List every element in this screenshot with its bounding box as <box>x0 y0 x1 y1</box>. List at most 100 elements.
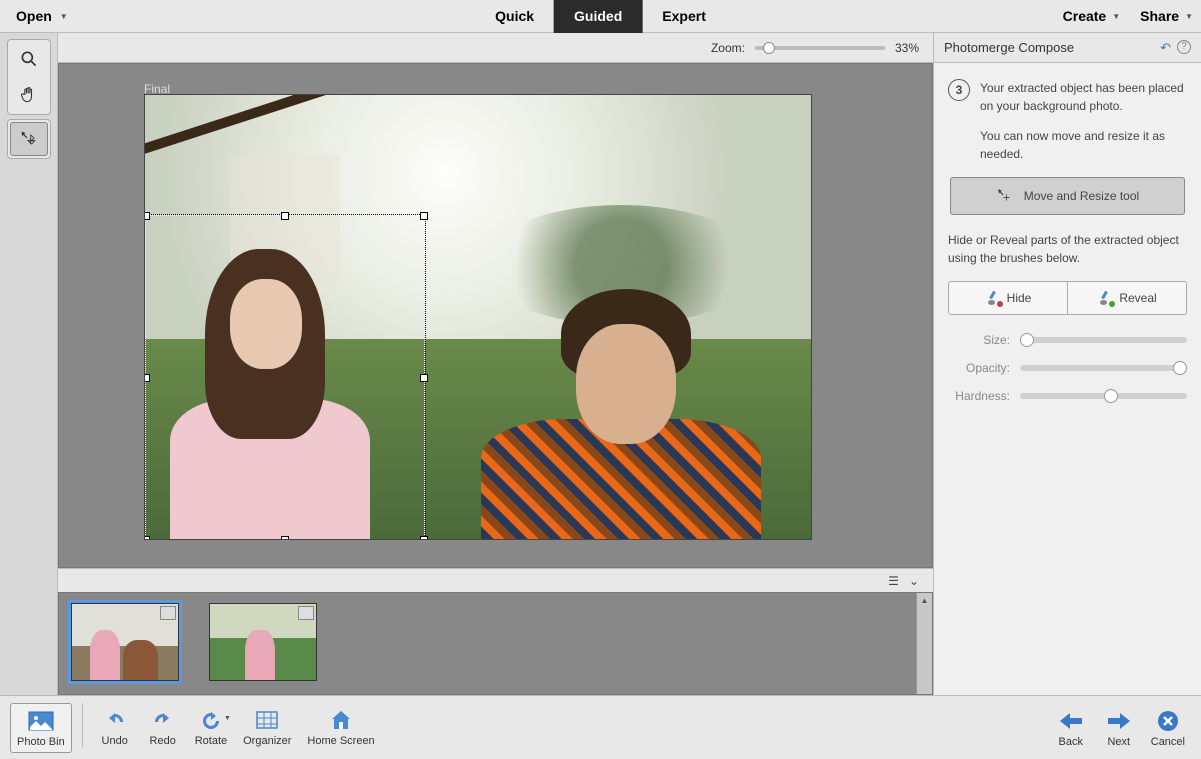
brush-help-text: Hide or Reveal parts of the extracted ob… <box>948 231 1187 267</box>
thumbnail-badge-icon <box>298 606 314 620</box>
panel-header: Photomerge Compose ↶ ? <box>934 33 1201 63</box>
bottom-toolbar: Photo Bin Undo Redo ▼ Rotate Organizer H… <box>0 695 1201 759</box>
hide-brush-button[interactable]: Hide <box>949 282 1068 314</box>
main-area: Zoom: 33% Final <box>0 33 1201 695</box>
top-menu-bar: Open ▼ Quick Guided Expert Create ▼ Shar… <box>0 0 1201 33</box>
share-menu-button[interactable]: Share ▼ <box>1140 8 1193 24</box>
zoom-tool[interactable] <box>10 42 48 76</box>
opacity-slider[interactable] <box>1020 365 1187 371</box>
hand-tool[interactable] <box>10 78 48 112</box>
dropdown-arrow-icon: ▼ <box>1112 12 1120 21</box>
collapse-icon[interactable]: ⌄ <box>909 574 919 588</box>
mode-tabs: Quick Guided Expert <box>475 0 726 33</box>
resize-handle-tr[interactable] <box>420 212 428 220</box>
photo-bin-scrollbar[interactable]: ▲ <box>916 593 932 694</box>
resize-handle-mr[interactable] <box>420 374 428 382</box>
rotate-icon: ▼ <box>197 707 225 733</box>
tab-quick[interactable]: Quick <box>475 0 554 33</box>
tab-guided[interactable]: Guided <box>554 0 642 33</box>
step-sub-text: You can now move and resize it as needed… <box>980 127 1187 163</box>
home-screen-button[interactable]: Home Screen <box>301 703 380 751</box>
thumbnail-1[interactable] <box>71 603 179 681</box>
organizer-label: Organizer <box>243 735 291 747</box>
hardness-slider-thumb[interactable] <box>1104 389 1118 403</box>
move-resize-tool-button[interactable]: Move and Resize tool <box>950 177 1185 215</box>
undo-icon <box>101 707 129 733</box>
next-arrow-icon <box>1105 708 1133 734</box>
canvas-options-strip: ☰ ⌄ <box>58 568 933 592</box>
cancel-label: Cancel <box>1151 736 1185 748</box>
left-toolbar <box>0 33 58 695</box>
create-label: Create <box>1063 8 1107 24</box>
opacity-label: Opacity: <box>948 361 1010 375</box>
size-slider-thumb[interactable] <box>1020 333 1034 347</box>
photo-bin-label: Photo Bin <box>17 736 65 748</box>
scroll-up-icon[interactable]: ▲ <box>917 593 932 607</box>
canvas-viewport[interactable]: Final <box>58 63 933 568</box>
resize-handle-ml[interactable] <box>144 374 150 382</box>
help-icon[interactable]: ? <box>1177 40 1191 54</box>
size-slider[interactable] <box>1020 337 1187 343</box>
resize-handle-tl[interactable] <box>144 212 150 220</box>
move-icon <box>996 187 1014 205</box>
reveal-label: Reveal <box>1119 291 1156 305</box>
next-button[interactable]: Next <box>1097 704 1141 752</box>
hardness-label: Hardness: <box>948 389 1010 403</box>
home-label: Home Screen <box>307 735 374 747</box>
separator <box>82 703 83 747</box>
view-options-icon[interactable]: ☰ <box>888 574 899 588</box>
reveal-brush-button[interactable]: Reveal <box>1068 282 1186 314</box>
composite-image[interactable] <box>144 94 812 540</box>
hardness-slider[interactable] <box>1020 393 1187 399</box>
hand-icon <box>19 85 39 105</box>
selection-bounding-box[interactable] <box>145 215 425 540</box>
organizer-button[interactable]: Organizer <box>237 703 297 751</box>
home-icon <box>327 707 355 733</box>
dropdown-arrow-icon: ▼ <box>60 12 68 21</box>
step-number-badge: 3 <box>948 79 970 101</box>
zoom-slider[interactable] <box>755 46 885 50</box>
photo-bin-icon <box>27 708 55 734</box>
redo-icon <box>149 707 177 733</box>
panel-body: 3 Your extracted object has been placed … <box>934 63 1201 695</box>
zoom-bar: Zoom: 33% <box>58 33 933 63</box>
undo-button[interactable]: Undo <box>93 703 137 751</box>
cancel-icon <box>1154 708 1182 734</box>
move-tool[interactable] <box>10 122 48 156</box>
reset-icon[interactable]: ↶ <box>1160 40 1171 56</box>
undo-label: Undo <box>102 735 128 747</box>
resize-handle-br[interactable] <box>420 536 428 540</box>
zoom-label: Zoom: <box>711 41 745 55</box>
step-instruction-text: Your extracted object has been placed on… <box>980 79 1187 115</box>
back-label: Back <box>1059 736 1083 748</box>
opacity-slider-thumb[interactable] <box>1173 361 1187 375</box>
share-label: Share <box>1140 8 1179 24</box>
resize-handle-tm[interactable] <box>281 212 289 220</box>
move-tool-group <box>7 119 51 159</box>
back-button[interactable]: Back <box>1049 704 1093 752</box>
view-tools-group <box>7 39 51 115</box>
size-label: Size: <box>948 333 1010 347</box>
tab-expert[interactable]: Expert <box>642 0 726 33</box>
organizer-icon <box>253 707 281 733</box>
cancel-button[interactable]: Cancel <box>1145 704 1191 752</box>
guided-panel: Photomerge Compose ↶ ? 3 Your extracted … <box>933 33 1201 695</box>
next-label: Next <box>1107 736 1130 748</box>
open-menu-button[interactable]: Open ▼ <box>8 4 76 28</box>
rotate-button[interactable]: ▼ Rotate <box>189 703 233 751</box>
create-menu-button[interactable]: Create ▼ <box>1063 8 1121 24</box>
thumbnail-2[interactable] <box>209 603 317 681</box>
photo-bin-button[interactable]: Photo Bin <box>10 703 72 753</box>
zoom-slider-handle[interactable] <box>763 42 775 54</box>
boy-subject <box>481 289 761 540</box>
magnifier-icon <box>19 49 39 69</box>
resize-handle-bl[interactable] <box>144 536 150 540</box>
open-label: Open <box>16 8 52 24</box>
zoom-value: 33% <box>895 41 919 55</box>
photo-bin: ▲ <box>58 592 933 695</box>
resize-handle-bm[interactable] <box>281 536 289 540</box>
move-resize-label: Move and Resize tool <box>1024 189 1139 203</box>
brush-icon <box>985 291 1001 305</box>
redo-button[interactable]: Redo <box>141 703 185 751</box>
dropdown-arrow-icon: ▼ <box>1185 12 1193 21</box>
